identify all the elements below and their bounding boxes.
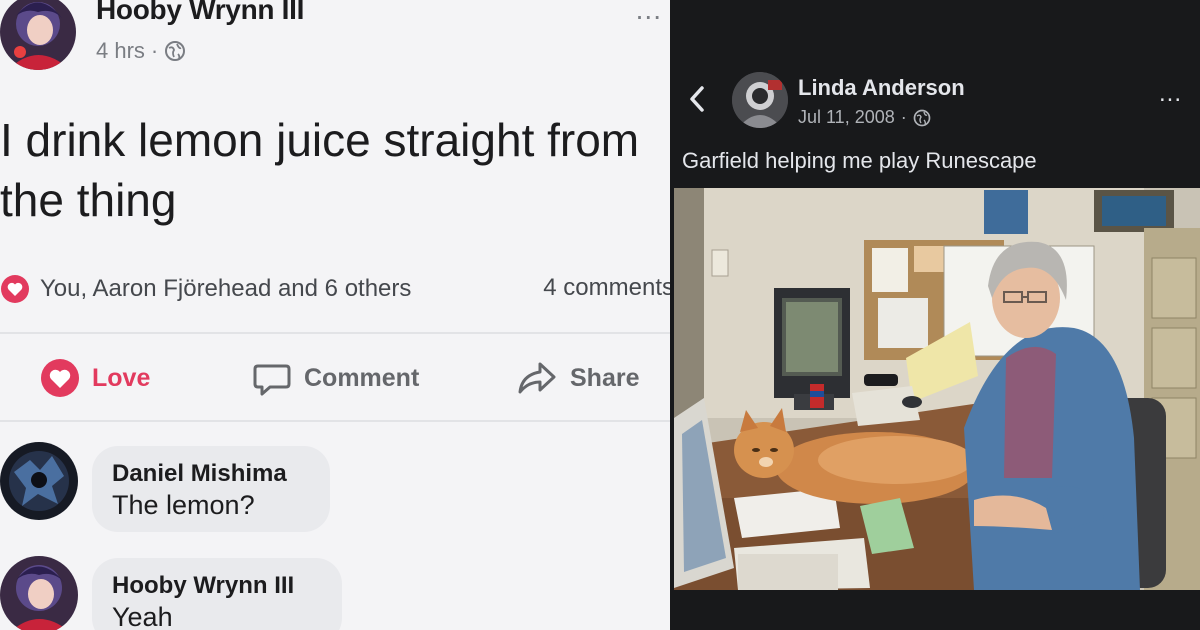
comment-bubble[interactable]: Daniel Mishima The lemon? [92,446,330,532]
commenter-name[interactable]: Daniel Mishima [112,460,306,488]
comments-count[interactable]: 4 comments [543,274,670,302]
post-text: I drink lemon juice straight from the th… [0,114,640,226]
globe-icon [913,109,931,126]
back-button[interactable] [686,84,708,119]
post-photo[interactable] [674,188,1200,590]
more-options-button[interactable]: ... [1159,80,1182,108]
post-time[interactable]: 4 hrs [96,38,145,64]
author-avatar[interactable] [0,0,76,70]
reactions-text: You, Aaron Fjörehead and 6 others [40,275,412,302]
post-text: Garfield helping me play Runescape [682,148,1037,173]
share-button[interactable]: Share [516,358,639,398]
comment-bubble[interactable]: Hooby Wrynn III Yeah [92,558,342,630]
divider [0,420,670,422]
post-meta: Jul 11, 2008 · [798,107,931,128]
comment-text: Yeah [112,602,173,630]
meta-separator: · [900,107,907,127]
share-arrow-icon [518,362,556,394]
divider [0,332,670,334]
reactions-summary[interactable]: You, Aaron Fjörehead and 6 others [0,274,411,304]
commenter-name[interactable]: Hooby Wrynn III [112,572,318,600]
heart-icon [41,359,79,397]
author-avatar[interactable] [732,72,788,128]
author-name[interactable]: Hooby Wrynn III [96,0,304,26]
left-post-panel: Hooby Wrynn III 4 hrs · ... I drink lemo… [0,0,670,630]
post-date[interactable]: Jul 11, 2008 [798,107,895,128]
commenter-avatar[interactable] [0,442,78,520]
heart-icon [1,275,29,303]
share-label: Share [570,363,640,392]
love-button[interactable]: Love [40,358,150,398]
chevron-left-icon [690,86,704,112]
author-name[interactable]: Linda Anderson [798,75,965,101]
more-options-button[interactable]: ... [636,0,662,26]
globe-icon [165,41,186,61]
comment-text: The lemon? [112,490,255,520]
commenter-avatar[interactable] [0,556,78,630]
comment-bubble-icon [253,364,291,396]
love-label: Love [92,363,151,392]
meta-separator: · [150,38,159,63]
comment-label: Comment [304,363,420,392]
comment-button[interactable]: Comment [252,358,419,398]
right-post-panel: Linda Anderson Jul 11, 2008 · ... Garfie… [670,0,1200,630]
post-meta: 4 hrs · [96,38,186,64]
